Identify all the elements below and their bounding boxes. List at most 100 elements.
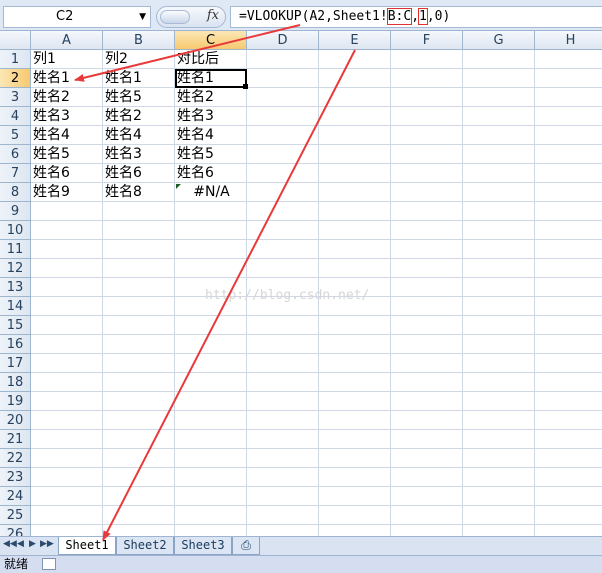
cell-g16[interactable] (463, 335, 535, 354)
cell-g22[interactable] (463, 449, 535, 468)
next-sheet-icon[interactable]: ▶ (29, 539, 36, 549)
cell-f19[interactable] (391, 392, 463, 411)
column-header-g[interactable]: G (463, 31, 535, 50)
cell-d15[interactable] (247, 316, 319, 335)
cell-h5[interactable] (535, 126, 602, 145)
cell-b9[interactable] (103, 202, 175, 221)
cell-d2[interactable] (247, 69, 319, 88)
cell-h18[interactable] (535, 373, 602, 392)
cell-h22[interactable] (535, 449, 602, 468)
cell-g21[interactable] (463, 430, 535, 449)
cell-g19[interactable] (463, 392, 535, 411)
chevron-down-icon[interactable]: ▼ (139, 7, 146, 27)
cell-f22[interactable] (391, 449, 463, 468)
cell-e22[interactable] (319, 449, 391, 468)
cell-h6[interactable] (535, 145, 602, 164)
tab-sheet1[interactable]: Sheet1 (58, 537, 116, 555)
cell-h8[interactable] (535, 183, 602, 202)
cell-f2[interactable] (391, 69, 463, 88)
cell-b7[interactable]: 姓名6 (103, 164, 175, 183)
cell-f1[interactable] (391, 50, 463, 69)
cell-c18[interactable] (175, 373, 247, 392)
cell-c24[interactable] (175, 487, 247, 506)
cell-e9[interactable] (319, 202, 391, 221)
cell-d18[interactable] (247, 373, 319, 392)
cell-a13[interactable] (31, 278, 103, 297)
cell-c19[interactable] (175, 392, 247, 411)
row-header-1[interactable]: 1 (0, 50, 31, 69)
cell-f26[interactable] (391, 525, 463, 536)
row-header-15[interactable]: 15 (0, 316, 31, 335)
row-header-24[interactable]: 24 (0, 487, 31, 506)
cell-e23[interactable] (319, 468, 391, 487)
cell-e17[interactable] (319, 354, 391, 373)
cell-e18[interactable] (319, 373, 391, 392)
cell-a11[interactable] (31, 240, 103, 259)
row-header-7[interactable]: 7 (0, 164, 31, 183)
cell-d20[interactable] (247, 411, 319, 430)
cell-d22[interactable] (247, 449, 319, 468)
cell-d9[interactable] (247, 202, 319, 221)
cell-f24[interactable] (391, 487, 463, 506)
cell-f10[interactable] (391, 221, 463, 240)
cell-b12[interactable] (103, 259, 175, 278)
cell-a12[interactable] (31, 259, 103, 278)
column-header-h[interactable]: H (535, 31, 602, 50)
cell-g11[interactable] (463, 240, 535, 259)
cell-f9[interactable] (391, 202, 463, 221)
cell-a4[interactable]: 姓名3 (31, 107, 103, 126)
cell-b10[interactable] (103, 221, 175, 240)
fx-icon[interactable]: fx (207, 8, 219, 23)
cell-c15[interactable] (175, 316, 247, 335)
cell-e5[interactable] (319, 126, 391, 145)
last-sheet-icon[interactable]: ▶▶ (40, 539, 54, 549)
cell-b20[interactable] (103, 411, 175, 430)
cell-a25[interactable] (31, 506, 103, 525)
cell-f25[interactable] (391, 506, 463, 525)
prev-sheet-icon[interactable]: ◀ (17, 539, 24, 549)
cell-e2[interactable] (319, 69, 391, 88)
cell-a19[interactable] (31, 392, 103, 411)
cell-d19[interactable] (247, 392, 319, 411)
cell-b14[interactable] (103, 297, 175, 316)
cell-e21[interactable] (319, 430, 391, 449)
cell-d7[interactable] (247, 164, 319, 183)
row-header-25[interactable]: 25 (0, 506, 31, 525)
cell-a9[interactable] (31, 202, 103, 221)
cell-c2[interactable]: 姓名1 (175, 69, 247, 88)
cell-c22[interactable] (175, 449, 247, 468)
cell-d11[interactable] (247, 240, 319, 259)
cell-b6[interactable]: 姓名3 (103, 145, 175, 164)
cell-e11[interactable] (319, 240, 391, 259)
cell-c21[interactable] (175, 430, 247, 449)
cell-g2[interactable] (463, 69, 535, 88)
cell-h25[interactable] (535, 506, 602, 525)
cell-g1[interactable] (463, 50, 535, 69)
cell-b4[interactable]: 姓名2 (103, 107, 175, 126)
cell-g17[interactable] (463, 354, 535, 373)
cell-a1[interactable]: 列1 (31, 50, 103, 69)
cell-e1[interactable] (319, 50, 391, 69)
cell-g7[interactable] (463, 164, 535, 183)
cell-a7[interactable]: 姓名6 (31, 164, 103, 183)
row-header-11[interactable]: 11 (0, 240, 31, 259)
cell-e12[interactable] (319, 259, 391, 278)
column-header-b[interactable]: B (103, 31, 175, 50)
cell-c3[interactable]: 姓名2 (175, 88, 247, 107)
cell-c11[interactable] (175, 240, 247, 259)
first-sheet-icon[interactable]: ◀◀ (3, 539, 17, 549)
row-header-10[interactable]: 10 (0, 221, 31, 240)
cell-h7[interactable] (535, 164, 602, 183)
cell-d12[interactable] (247, 259, 319, 278)
cell-h2[interactable] (535, 69, 602, 88)
cell-g26[interactable] (463, 525, 535, 536)
cell-d5[interactable] (247, 126, 319, 145)
cell-f5[interactable] (391, 126, 463, 145)
cell-g5[interactable] (463, 126, 535, 145)
fill-handle[interactable] (243, 84, 248, 89)
spreadsheet-grid[interactable]: A B C D E F G H 1 列1 列2 对比后 2 姓名1 姓名1 姓名1 3 姓名2 姓名5 姓名2 4 姓名3… (0, 31, 602, 536)
cell-b23[interactable] (103, 468, 175, 487)
cell-h14[interactable] (535, 297, 602, 316)
cell-d10[interactable] (247, 221, 319, 240)
column-header-e[interactable]: E (319, 31, 391, 50)
